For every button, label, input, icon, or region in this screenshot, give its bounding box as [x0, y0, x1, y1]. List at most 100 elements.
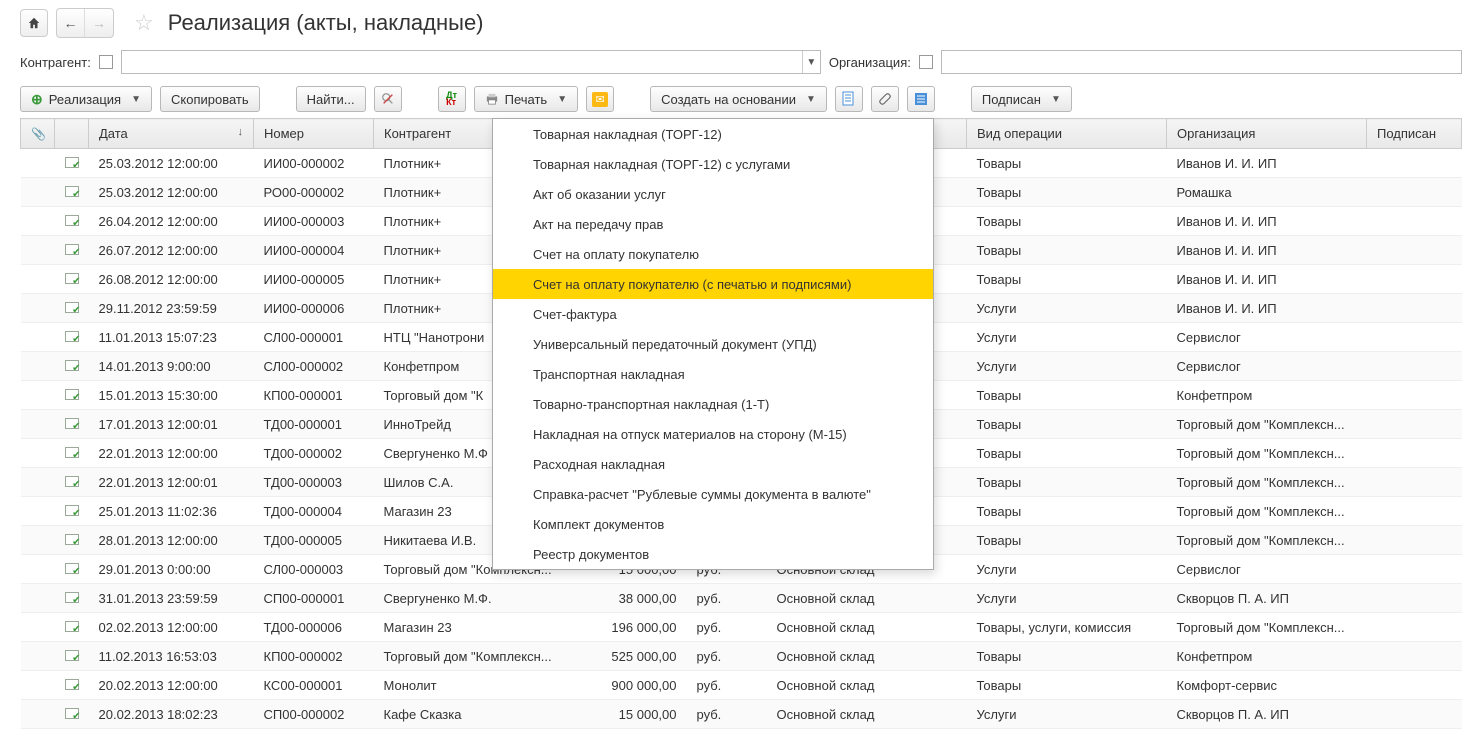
cell-currency: руб. — [687, 613, 767, 642]
print-menu-item[interactable]: Транспортная накладная — [493, 359, 933, 389]
dtdk-button[interactable]: ДтКт — [438, 86, 466, 112]
print-menu-item[interactable]: Товарная накладная (ТОРГ-12) — [493, 119, 933, 149]
home-button[interactable] — [20, 9, 48, 37]
table-row[interactable]: 02.02.2013 12:00:00ТД00-000006Магазин 23… — [21, 613, 1462, 642]
table-container: 📎 Дата↓ Номер Контрагент Вид операции Ор… — [0, 118, 1482, 729]
cell-operation: Услуги — [967, 352, 1167, 381]
create-button[interactable]: ⊕ Реализация ▼ — [20, 86, 152, 112]
table-row[interactable]: 31.01.2013 23:59:59СП00-000001Свергуненк… — [21, 584, 1462, 613]
cell-signed — [1367, 613, 1462, 642]
cell-sum: 38 000,00 — [582, 584, 687, 613]
cell-number: ТД00-000002 — [254, 439, 374, 468]
cell-date: 02.02.2013 12:00:00 — [89, 613, 254, 642]
cell-signed — [1367, 236, 1462, 265]
print-button[interactable]: Печать ▼ — [474, 86, 579, 112]
posted-doc-icon — [65, 418, 79, 429]
cell-number: ТД00-000004 — [254, 497, 374, 526]
counterparty-checkbox[interactable] — [99, 55, 113, 69]
col-header-organization[interactable]: Организация — [1167, 119, 1367, 149]
print-menu-item[interactable]: Счет-фактура — [493, 299, 933, 329]
print-menu-item[interactable]: Акт об оказании услуг — [493, 179, 933, 209]
list-icon — [914, 92, 928, 106]
cell-warehouse: Основной склад — [767, 584, 967, 613]
cell-operation: Услуги — [967, 700, 1167, 729]
posted-doc-icon — [65, 157, 79, 168]
cell-counterparty: Кафе Сказка — [374, 700, 582, 729]
attach-button[interactable] — [871, 86, 899, 112]
create-button-label: Реализация — [49, 92, 121, 107]
col-header-attachment[interactable]: 📎 — [21, 119, 55, 149]
cell-signed — [1367, 294, 1462, 323]
clear-filter-button[interactable] — [374, 86, 402, 112]
mail-icon: ✉ — [592, 92, 607, 107]
cell-signed — [1367, 642, 1462, 671]
print-menu-item[interactable]: Расходная накладная — [493, 449, 933, 479]
chevron-down-icon: ▼ — [131, 94, 141, 105]
col-header-operation[interactable]: Вид операции — [967, 119, 1167, 149]
organization-checkbox[interactable] — [919, 55, 933, 69]
find-button[interactable]: Найти... — [296, 86, 366, 112]
cell-date: 26.08.2012 12:00:00 — [89, 265, 254, 294]
cell-number: ИИ00-000004 — [254, 236, 374, 265]
cell-organization: Торговый дом "Комплексн... — [1167, 497, 1367, 526]
signed-filter-button[interactable]: Подписан ▼ — [971, 86, 1072, 112]
cell-warehouse: Основной склад — [767, 700, 967, 729]
print-menu-item[interactable]: Товарно-транспортная накладная (1-Т) — [493, 389, 933, 419]
favorite-icon[interactable]: ☆ — [134, 10, 154, 36]
nav-back-button[interactable]: ← — [57, 9, 85, 37]
cell-operation: Услуги — [967, 323, 1167, 352]
list-button[interactable] — [907, 86, 935, 112]
plus-icon: ⊕ — [31, 91, 43, 108]
cell-number: ТД00-000001 — [254, 410, 374, 439]
cell-number: ТД00-000006 — [254, 613, 374, 642]
table-row[interactable]: 20.02.2013 12:00:00КС00-000001Монолит900… — [21, 671, 1462, 700]
email-button[interactable]: ✉ — [586, 86, 614, 112]
print-menu-item[interactable]: Реестр документов — [493, 539, 933, 569]
cell-operation: Товары — [967, 236, 1167, 265]
cell-operation: Товары — [967, 468, 1167, 497]
print-menu-item[interactable]: Акт на передачу прав — [493, 209, 933, 239]
cell-operation: Товары — [967, 671, 1167, 700]
cell-signed — [1367, 497, 1462, 526]
cell-organization: Торговый дом "Комплексн... — [1167, 439, 1367, 468]
organization-input[interactable] — [941, 50, 1462, 74]
posted-doc-icon — [65, 215, 79, 226]
cell-number: ИИ00-000002 — [254, 149, 374, 178]
cell-number: СЛ00-000003 — [254, 555, 374, 584]
print-menu-item[interactable]: Счет на оплату покупателю — [493, 239, 933, 269]
copy-button[interactable]: Скопировать — [160, 86, 260, 112]
print-menu-item[interactable]: Накладная на отпуск материалов на сторон… — [493, 419, 933, 449]
col-header-signed[interactable]: Подписан — [1367, 119, 1462, 149]
posted-doc-icon — [65, 331, 79, 342]
table-row[interactable]: 20.02.2013 18:02:23СП00-000002Кафе Сказк… — [21, 700, 1462, 729]
cell-number: ИИ00-000003 — [254, 207, 374, 236]
cell-date: 28.01.2013 12:00:00 — [89, 526, 254, 555]
create-basis-button[interactable]: Создать на основании ▼ — [650, 86, 827, 112]
posted-doc-icon — [65, 650, 79, 661]
print-menu-item[interactable]: Универсальный передаточный документ (УПД… — [493, 329, 933, 359]
nav-forward-button[interactable]: → — [85, 9, 113, 37]
cell-date: 11.01.2013 15:07:23 — [89, 323, 254, 352]
print-menu-item[interactable]: Товарная накладная (ТОРГ-12) с услугами — [493, 149, 933, 179]
related-docs-button[interactable] — [835, 86, 863, 112]
print-menu-item[interactable]: Справка-расчет "Рублевые суммы документа… — [493, 479, 933, 509]
cell-signed — [1367, 700, 1462, 729]
posted-doc-icon — [65, 621, 79, 632]
cell-signed — [1367, 468, 1462, 497]
cell-date: 29.01.2013 0:00:00 — [89, 555, 254, 584]
chevron-down-icon: ▼ — [557, 94, 567, 105]
cell-date: 26.07.2012 12:00:00 — [89, 236, 254, 265]
cell-organization: Торговый дом "Комплексн... — [1167, 613, 1367, 642]
cell-currency: руб. — [687, 642, 767, 671]
cell-date: 31.01.2013 23:59:59 — [89, 584, 254, 613]
counterparty-input[interactable]: ▼ — [121, 50, 821, 74]
col-header-date[interactable]: Дата↓ — [89, 119, 254, 149]
print-menu-item[interactable]: Счет на оплату покупателю (с печатью и п… — [493, 269, 933, 299]
posted-doc-icon — [65, 592, 79, 603]
col-header-number[interactable]: Номер — [254, 119, 374, 149]
col-header-indicator[interactable] — [55, 119, 89, 149]
table-row[interactable]: 11.02.2013 16:53:03КП00-000002Торговый д… — [21, 642, 1462, 671]
print-menu-item[interactable]: Комплект документов — [493, 509, 933, 539]
chevron-down-icon[interactable]: ▼ — [802, 51, 820, 73]
printer-icon — [485, 93, 499, 105]
